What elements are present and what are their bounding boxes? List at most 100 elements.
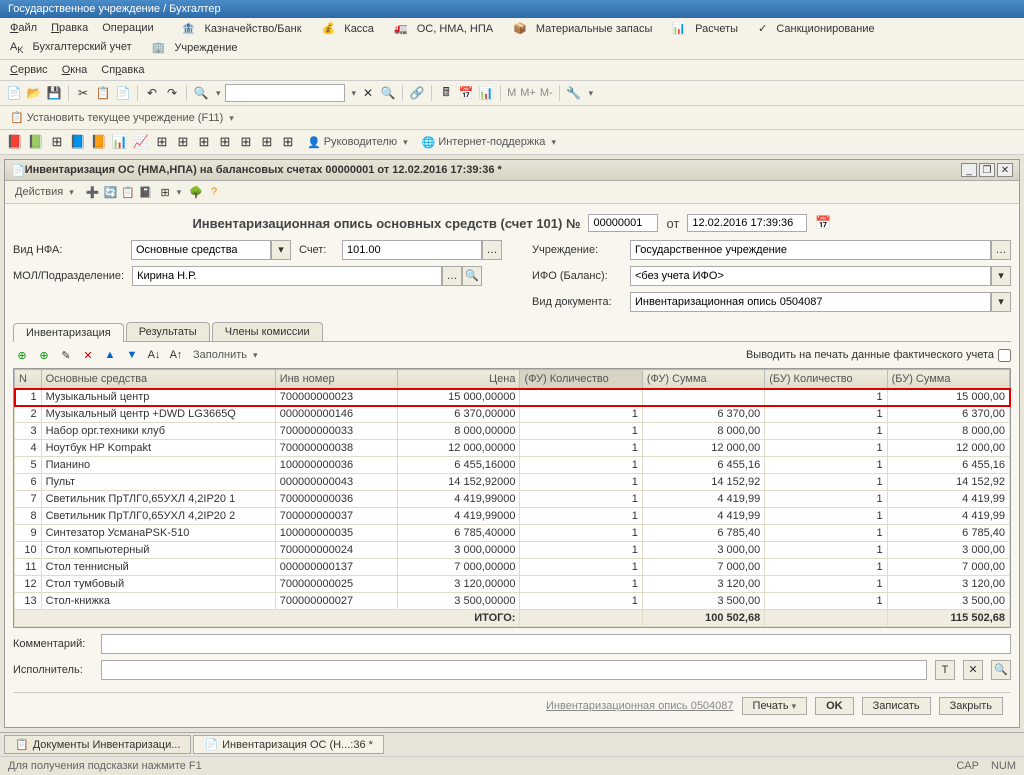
find-icon[interactable]: 🔍 (380, 85, 396, 101)
col-price[interactable]: Цена (398, 370, 520, 389)
comment-field[interactable] (101, 634, 1011, 654)
table-row[interactable]: 1Музыкальный центр70000000002315 000,000… (15, 389, 1010, 406)
col-os[interactable]: Основные средства (41, 370, 275, 389)
help-icon[interactable]: ? (211, 186, 217, 198)
search-icon[interactable]: 🔍 (193, 85, 209, 101)
col-inv[interactable]: Инв номер (275, 370, 397, 389)
col-fu-sum[interactable]: (ФУ) Сумма (642, 370, 764, 389)
tb-icon-6[interactable]: 📊 (111, 133, 129, 151)
nfa-field[interactable] (131, 240, 271, 260)
tb-icon-10[interactable]: ⊞ (195, 133, 213, 151)
table-row[interactable]: 6Пульт00000000004314 152,92000114 152,92… (15, 474, 1010, 491)
menu-help[interactable]: Справка (95, 62, 150, 78)
menu-file[interactable]: Файл (4, 20, 43, 37)
minimize-button[interactable]: _ (961, 163, 977, 177)
table-row[interactable]: 8Светильник ПрТЛГ0,65УХЛ 4,2IP20 2700000… (15, 508, 1010, 525)
footer-link[interactable]: Инвентаризационная опись 0504087 (546, 700, 734, 712)
paste-icon[interactable]: 📄 (115, 85, 131, 101)
mol-picker[interactable]: … (442, 266, 462, 286)
register-icon[interactable]: ⊞ (161, 186, 170, 199)
tb-icon-5[interactable]: 📙 (90, 133, 108, 151)
register-dropdown[interactable] (174, 186, 182, 198)
calendar-icon[interactable]: 📅 (458, 85, 474, 101)
list-icon[interactable]: 📋 (121, 186, 135, 199)
sort-desc-icon[interactable]: A↑ (167, 346, 185, 364)
tb-icon-12[interactable]: ⊞ (237, 133, 255, 151)
support-button[interactable]: 🌐 Интернет-поддержка (418, 134, 560, 151)
tb-icon-3[interactable]: ⊞ (48, 133, 66, 151)
menu-operations[interactable]: Операции (96, 20, 159, 37)
tb-icon-4[interactable]: 📘 (69, 133, 87, 151)
tb-icon-13[interactable]: ⊞ (258, 133, 276, 151)
table-row[interactable]: 7Светильник ПрТЛГ0,65УХЛ 4,2IP20 1700000… (15, 491, 1010, 508)
link-icon[interactable]: 🔗 (409, 85, 425, 101)
close-button[interactable]: ✕ (997, 163, 1013, 177)
table-row[interactable]: 3Набор орг.техники клуб7000000000338 000… (15, 423, 1010, 440)
save-button[interactable]: Записать (862, 697, 931, 715)
undo-icon[interactable]: ↶ (144, 85, 160, 101)
col-n[interactable]: N (15, 370, 42, 389)
post-icon[interactable]: ➕ (86, 186, 100, 199)
org-picker[interactable]: … (991, 240, 1011, 260)
copy-icon[interactable]: 📋 (95, 85, 111, 101)
memory-m[interactable]: M (507, 87, 516, 99)
chart-icon[interactable]: 📊 (478, 85, 494, 101)
executor-t-button[interactable]: T (935, 660, 955, 680)
table-row[interactable]: 4Ноутбук HP Kompakt70000000003812 000,00… (15, 440, 1010, 457)
col-bu-sum[interactable]: (БУ) Сумма (887, 370, 1009, 389)
save-icon[interactable]: 💾 (46, 85, 62, 101)
menu-windows[interactable]: Окна (56, 62, 94, 78)
org-field[interactable] (630, 240, 991, 260)
redo-icon[interactable]: ↷ (164, 85, 180, 101)
tb-icon-11[interactable]: ⊞ (216, 133, 234, 151)
ifo-field[interactable] (630, 266, 991, 286)
memory-m-minus[interactable]: M- (540, 87, 553, 99)
menu-calc[interactable]: 📊 Расчеты (666, 20, 750, 37)
tb-icon-8[interactable]: ⊞ (153, 133, 171, 151)
tb-icon-2[interactable]: 📗 (27, 133, 45, 151)
tree-icon[interactable]: 🌳 (189, 186, 203, 199)
manager-button[interactable]: 👤 Руководителю (303, 134, 412, 151)
account-picker[interactable]: … (482, 240, 502, 260)
print-button[interactable]: Печать (742, 697, 808, 715)
cut-icon[interactable]: ✂ (75, 85, 91, 101)
menu-service[interactable]: Сервис (4, 62, 54, 78)
wrench-icon[interactable]: 🔧 (566, 85, 582, 101)
table-row[interactable]: 9Синтезатор УсманаPSK-5101000000000356 7… (15, 525, 1010, 542)
maximize-button[interactable]: ❐ (979, 163, 995, 177)
col-fu-qty[interactable]: (ФУ) Количество (520, 370, 642, 389)
mol-field[interactable] (132, 266, 442, 286)
table-row[interactable]: 2Музыкальный центр +DWD LG3665Q000000000… (15, 406, 1010, 423)
tab-commission[interactable]: Члены комиссии (212, 322, 323, 341)
executor-open-button[interactable]: 🔍 (991, 660, 1011, 680)
clear-icon[interactable]: ✕ (360, 85, 376, 101)
sort-asc-icon[interactable]: A↓ (145, 346, 163, 364)
menu-sanction[interactable]: ✓ Санкционирование (752, 20, 887, 37)
table-row[interactable]: 11Стол теннисный0000000001377 000,000001… (15, 559, 1010, 576)
window-tab-2[interactable]: 📄 Инвентаризация ОС (Н...:36 * (193, 735, 383, 754)
delete-row-icon[interactable]: ✕ (79, 346, 97, 364)
set-org-button[interactable]: 📋 Установить текущее учреждение (F11) (6, 109, 238, 126)
close-doc-button[interactable]: Закрыть (939, 697, 1003, 715)
nfa-dropdown[interactable]: ▾ (271, 240, 291, 260)
menu-accounting[interactable]: AK Бухгалтерский учет (4, 39, 144, 57)
calc-icon[interactable]: 🖩 (438, 85, 454, 101)
col-bu-qty[interactable]: (БУ) Количество (765, 370, 887, 389)
ifo-dropdown[interactable]: ▾ (991, 266, 1011, 286)
data-grid[interactable]: N Основные средства Инв номер Цена (ФУ) … (13, 368, 1011, 628)
edit-row-icon[interactable]: ✎ (57, 346, 75, 364)
refresh-icon[interactable]: 🔄 (103, 186, 117, 199)
search-input[interactable] (225, 84, 345, 102)
tb-icon-1[interactable]: 📕 (6, 133, 24, 151)
print-fact-checkbox[interactable] (998, 349, 1011, 362)
executor-field[interactable] (101, 660, 927, 680)
doc-type-field[interactable] (630, 292, 991, 312)
memory-m-plus[interactable]: M+ (520, 87, 536, 99)
tb-icon-9[interactable]: ⊞ (174, 133, 192, 151)
tb-icon-7[interactable]: 📈 (132, 133, 150, 151)
tab-inventory[interactable]: Инвентаризация (13, 323, 124, 342)
window-tab-1[interactable]: 📋 Документы Инвентаризаци... (4, 735, 191, 754)
search-field-dropdown[interactable] (349, 87, 357, 99)
tab-results[interactable]: Результаты (126, 322, 210, 341)
journal-icon[interactable]: 📓 (139, 186, 153, 199)
